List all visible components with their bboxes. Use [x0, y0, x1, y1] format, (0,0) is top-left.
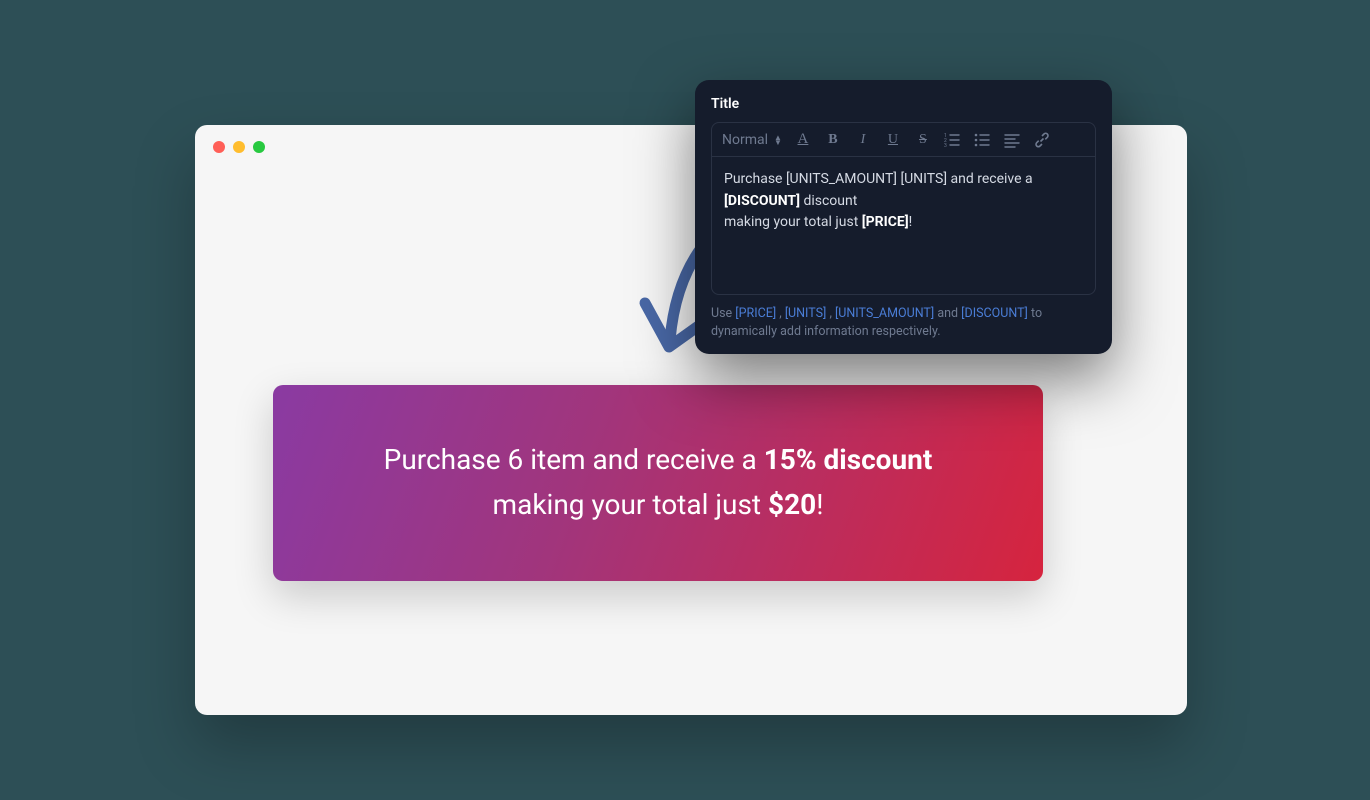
units-amount-token-hint: [UNITS_AMOUNT]: [835, 306, 934, 321]
price-token: [PRICE]: [862, 214, 909, 230]
link-button[interactable]: [1034, 132, 1052, 148]
units-token-hint: [UNITS]: [785, 306, 827, 321]
editor-text: discount: [800, 193, 857, 209]
editor-title-label: Title: [711, 96, 1096, 112]
ordered-list-button[interactable]: 123: [944, 132, 962, 148]
editor-text: making your total just: [724, 214, 862, 230]
banner-line2-text: making your total just: [493, 488, 769, 521]
strikethrough-button[interactable]: S: [914, 132, 932, 148]
banner-price-bold: $20: [768, 488, 816, 521]
svg-text:3: 3: [944, 143, 947, 148]
font-color-button[interactable]: A: [794, 131, 812, 148]
title-editor-panel: Title Normal ▲▼ A B I U S 123: [695, 80, 1112, 354]
underline-button[interactable]: U: [884, 132, 902, 148]
editor-text: and receive a: [947, 171, 1033, 187]
close-window-button[interactable]: [213, 141, 225, 153]
price-token-hint: [PRICE]: [735, 306, 776, 321]
maximize-window-button[interactable]: [253, 141, 265, 153]
helper-text: Use [PRICE] , [UNITS] , [UNITS_AMOUNT] a…: [711, 305, 1096, 340]
minimize-window-button[interactable]: [233, 141, 245, 153]
discount-token-hint: [DISCOUNT]: [961, 306, 1028, 321]
align-button[interactable]: [1004, 132, 1022, 148]
bold-button[interactable]: B: [824, 132, 842, 148]
banner-discount-bold: 15% discount: [764, 443, 933, 476]
editor-text: Purchase: [724, 171, 786, 187]
editor-textarea[interactable]: Purchase [UNITS_AMOUNT] [UNITS] and rece…: [712, 157, 1095, 294]
rich-text-editor: Normal ▲▼ A B I U S 123 Purchase [UNITS_…: [711, 122, 1096, 295]
discount-token: [DISCOUNT]: [724, 193, 800, 209]
units-amount-token: [UNITS_AMOUNT]: [786, 171, 897, 187]
bullet-list-button[interactable]: [974, 132, 992, 148]
units-token: [UNITS]: [901, 171, 948, 187]
chevron-updown-icon: ▲▼: [774, 135, 782, 145]
editor-toolbar: Normal ▲▼ A B I U S 123: [712, 123, 1095, 157]
promo-banner: Purchase 6 item and receive a 15% discou…: [273, 385, 1043, 581]
editor-text: !: [909, 214, 913, 230]
banner-line1-text: Purchase 6 item and receive a: [384, 443, 764, 476]
italic-button[interactable]: I: [854, 132, 872, 148]
format-select-label: Normal: [722, 132, 768, 148]
banner-line2-post: !: [816, 488, 823, 521]
format-select[interactable]: Normal ▲▼: [722, 132, 782, 148]
